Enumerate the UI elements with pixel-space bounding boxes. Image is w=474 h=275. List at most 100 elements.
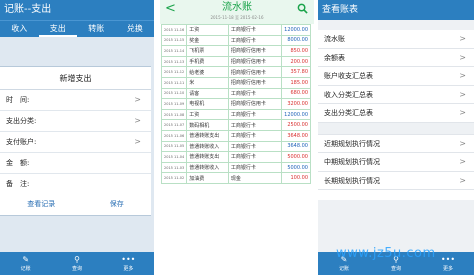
table-row[interactable]: 2015 11-07 数码相机 工商银行卡 2500.00 (160, 119, 311, 131)
row-account: 招商银行信用卡 (227, 66, 283, 78)
chevron-right-icon: > (459, 71, 466, 80)
time-label: 时 间: (6, 96, 30, 104)
row-date: 2015 11-14 (160, 45, 188, 57)
date-range: 2015-11-18 至 2015-02-16 (210, 15, 264, 20)
row-amount: 3200.00 (281, 98, 311, 110)
view-records-button[interactable]: 查看记录 (27, 197, 55, 211)
table-row[interactable]: 2015 11-03 普通转账收入 工商银行卡 5000.00 (160, 161, 311, 174)
row-date: 2015 11-15 (160, 34, 188, 47)
row-category: 普通转账收入 (186, 161, 229, 174)
plan-mid-term[interactable]: 中期规划执行情况 > (318, 153, 474, 172)
row-amount: 200.00 (281, 55, 311, 68)
row-amount: 850.00 (281, 45, 311, 57)
table-row[interactable]: 2015 11-11 米招商银行信用卡 185.00 (160, 76, 311, 89)
screen-title: 查看账表 (318, 0, 474, 20)
tab-expense[interactable]: 支出 (38, 21, 77, 37)
table-row[interactable]: 2015 11-15 奖金 工商银行卡 8000.00 (160, 34, 311, 47)
nav-query-label: 查询 (71, 266, 82, 272)
row-account: 招商银行信用卡 (227, 98, 283, 110)
table-row[interactable]: 2015 11-08 工资 工商银行卡 12000.00 (160, 108, 311, 121)
ledger-screen: < 流水账 2015-11-18 至 2015-02-16 2015 11-16… (160, 0, 314, 275)
amount-label: 金 额: (6, 159, 30, 167)
plan-label: 长期规划执行情况 (324, 176, 380, 185)
row-account: 工商银行卡 (227, 151, 283, 163)
tab-transfer[interactable]: 转账 (77, 21, 116, 37)
row-date: 2015 11-06 (160, 129, 188, 142)
table-row[interactable]: 2015 11-14 飞机票 招商银行信用卡 850.00 (160, 45, 311, 57)
nav-more[interactable]: ••• 更多 (103, 252, 154, 275)
pencil-icon: ✎ (22, 255, 30, 264)
report-income-summary[interactable]: 收入分类汇总表 > (318, 85, 474, 104)
table-row[interactable]: 2015 11-06 普通转账支出 工商银行卡 3648.00 (160, 129, 311, 142)
chevron-right-icon: > (459, 89, 466, 99)
table-row[interactable]: 2015 11-04 普通转账支出 工商银行卡 5000.00 (160, 151, 311, 163)
report-label: 支出分类汇总表 (324, 109, 373, 117)
row-category: 普通转账支出 (186, 151, 229, 163)
row-amount: 185.00 (281, 76, 311, 89)
row-account: 工商银行卡 (227, 108, 283, 121)
plan-long-term[interactable]: 长期规划执行情况 > (318, 171, 474, 190)
row-account: 工商银行卡 (227, 34, 283, 47)
plan-near-term[interactable]: 近期规划执行情况 > (318, 134, 474, 153)
row-amount: 12000.00 (281, 108, 311, 121)
chevron-right-icon: > (459, 157, 466, 166)
row-category: 请客 (186, 87, 229, 100)
reports-screen: 查看账表 流水账 > 余额表 > 账户收支汇总表 > 收入分类汇总表 > 支出分类汇总表… (318, 0, 474, 275)
row-category: 普通转账收入 (186, 140, 229, 153)
row-amount: 357.80 (281, 66, 311, 78)
nav-more-label: 更多 (123, 266, 134, 272)
ledger-header: < 流水账 2015-11-18 至 2015-02-16 (160, 0, 314, 24)
row-category: 给老婆 (186, 66, 229, 78)
row-amount: 5000.00 (281, 151, 311, 163)
table-row[interactable]: 2015 11-13 手机费 招商银行信用卡 200.00 (160, 55, 311, 68)
category-field[interactable]: 支出分类: > (0, 111, 151, 132)
table-row[interactable]: 2015 11-12 给老婆 招商银行信用卡 357.80 (160, 66, 311, 78)
form-actions: 查看记录 保存 (0, 197, 151, 211)
chevron-right-icon: > (459, 52, 466, 62)
nav-record[interactable]: ✎ 记账 (0, 252, 51, 275)
background-fill (318, 200, 474, 252)
report-account-summary[interactable]: 账户收支汇总表 > (318, 67, 474, 86)
table-row[interactable]: 2015 11-02 加油费 现金 100.00 (160, 172, 311, 184)
row-category: 飞机票 (186, 45, 229, 57)
screenshot-collage: 记账--支出 收入 支出 转账 兑换 新增支出 时 间: > 支出分类: > 支付账… (0, 0, 474, 275)
amount-field[interactable]: 金 额: (0, 153, 151, 174)
table-row[interactable]: 2015 11-16 工资 工商银行卡 12000.00 (160, 24, 311, 36)
note-field[interactable]: 备 注: (0, 174, 151, 195)
row-account: 工商银行卡 (227, 87, 283, 100)
search-icon[interactable] (297, 3, 308, 14)
table-row[interactable]: 2015 11-09 电视机 招商银行信用卡 3200.00 (160, 98, 311, 110)
row-amount: 8000.00 (281, 34, 311, 47)
row-account: 招商银行信用卡 (227, 76, 283, 89)
row-amount: 680.00 (281, 87, 311, 100)
time-field[interactable]: 时 间: > (0, 90, 151, 111)
row-category: 米 (186, 76, 229, 89)
table-row[interactable]: 2015 11-05 普通转账收入 工商银行卡 3648.00 (160, 140, 311, 153)
ledger-table: 2015 11-16 工资 工商银行卡 12000.00 2015 11-15 奖金 工商银… (160, 24, 311, 184)
row-date: 2015 11-02 (160, 172, 188, 184)
report-ledger[interactable]: 流水账 > (318, 30, 474, 49)
row-account: 工商银行卡 (227, 119, 283, 131)
save-button[interactable]: 保存 (110, 197, 124, 211)
report-expense-summary[interactable]: 支出分类汇总表 > (318, 104, 474, 123)
plan-label: 近期规划执行情况 (324, 139, 380, 148)
row-category: 数码相机 (186, 119, 229, 131)
report-balance[interactable]: 余额表 > (318, 48, 474, 67)
row-category: 手机费 (186, 55, 229, 68)
tab-exchange[interactable]: 兑换 (116, 21, 155, 37)
nav-record-label: 记账 (338, 266, 349, 272)
account-field[interactable]: 支付账户: > (0, 132, 151, 153)
nav-query[interactable]: ⚲ 查询 (51, 252, 102, 275)
table-row[interactable]: 2015 11-10 请客 工商银行卡 680.00 (160, 87, 311, 100)
row-date: 2015 11-13 (160, 55, 188, 68)
chevron-right-icon: > (459, 34, 466, 43)
form-title: 新增支出 (0, 69, 151, 90)
search-icon: ⚲ (74, 255, 80, 264)
row-amount: 2500.00 (281, 119, 311, 131)
type-tabs: 收入 支出 转账 兑换 (0, 20, 154, 37)
nav-more-label: 更多 (442, 266, 453, 272)
tab-income[interactable]: 收入 (0, 21, 39, 37)
screen-title: 记账--支出 (0, 0, 154, 20)
watermark: www.jz5u.com (336, 246, 436, 261)
row-date: 2015 11-16 (160, 24, 188, 36)
